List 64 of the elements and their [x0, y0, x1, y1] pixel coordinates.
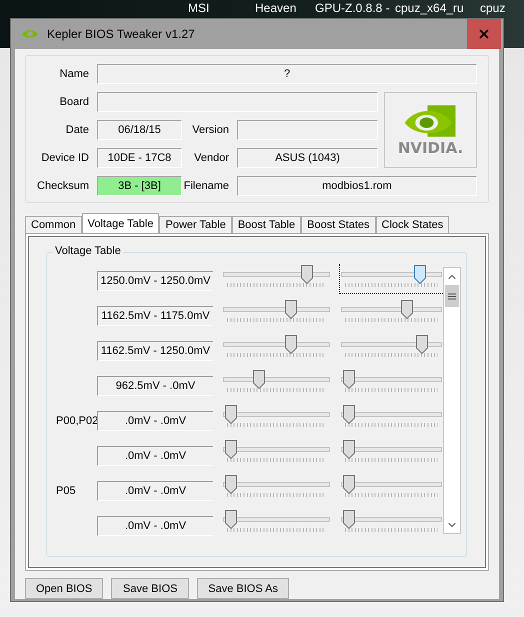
slider-thumb[interactable]: [416, 335, 428, 354]
focused-slider[interactable]: [339, 264, 443, 294]
tab[interactable]: Power Table: [159, 216, 232, 233]
field-label: Name: [58, 68, 90, 80]
bios-button[interactable]: Save BIOS As: [197, 578, 289, 599]
desktop-icon-label[interactable]: cpuz: [480, 1, 506, 15]
close-icon: [477, 27, 491, 41]
voltage-range-field: .0mV - .0mV: [97, 446, 213, 466]
scrollbar[interactable]: [443, 267, 461, 534]
slider-thumb[interactable]: [252, 370, 265, 389]
tab[interactable]: Boost States: [301, 216, 376, 233]
slider-thumb[interactable]: [401, 300, 414, 319]
vendor-field: ASUS (1043): [237, 148, 378, 168]
field-label: Checksum: [36, 180, 90, 192]
eye-logo-icon: [21, 29, 39, 39]
field-label: Version: [191, 124, 230, 136]
checksum-field: 3B - [3B]: [97, 176, 182, 196]
slider-thumb[interactable]: [225, 440, 237, 459]
eye-logo-icon: [402, 103, 458, 139]
slider-thumb[interactable]: [225, 405, 237, 424]
slider-thumb[interactable]: [301, 265, 314, 284]
slider-thumb[interactable]: [343, 475, 355, 494]
voltage-range-field: .0mV - .0mV: [97, 481, 213, 501]
voltage-range-field: 1162.5mV - 1175.0mV: [97, 306, 213, 326]
scroll-thumb[interactable]: [445, 285, 459, 307]
slider-thumb[interactable]: [284, 335, 297, 354]
bios-button[interactable]: Save BIOS: [111, 578, 190, 599]
slider-thumb[interactable]: [225, 510, 237, 529]
field-label: Board: [58, 96, 90, 108]
date-field: 06/18/15: [97, 120, 182, 140]
device-id-field: 10DE - 17C8: [97, 148, 182, 168]
filename-field: modbios1.rom: [237, 176, 477, 196]
slider-thumb[interactable]: [284, 300, 297, 319]
close-button[interactable]: [467, 19, 501, 49]
tab[interactable]: Voltage Table: [82, 213, 160, 233]
voltage-range-field: .0mV - .0mV: [97, 411, 213, 431]
tab[interactable]: Clock States: [376, 216, 450, 233]
field-label: Filename: [182, 180, 230, 192]
slider-thumb[interactable]: [343, 405, 355, 424]
slider-thumb[interactable]: [414, 265, 426, 284]
bios-button[interactable]: Open BIOS: [25, 578, 104, 599]
slider-thumb[interactable]: [343, 510, 355, 529]
field-label: Device ID: [40, 152, 90, 164]
voltage-range-field: 962.5mV - .0mV: [97, 376, 213, 396]
tab[interactable]: Common: [25, 216, 82, 233]
field-label: Date: [64, 124, 90, 136]
slider-thumb[interactable]: [343, 370, 355, 389]
logo-text: NVIDIA.: [398, 140, 464, 157]
desktop-icon-label[interactable]: GPU-Z.0.8.8 -: [315, 1, 390, 15]
row-label: P00,P02: [55, 414, 97, 429]
desktop-icon-label[interactable]: Heaven: [255, 1, 296, 15]
slider-thumb[interactable]: [343, 440, 355, 459]
slider-thumb[interactable]: [225, 475, 237, 494]
voltage-range-field: .0mV - .0mV: [97, 516, 213, 536]
field-label: Vendor: [193, 152, 230, 164]
desktop-icon-label[interactable]: cpuz_x64_ru: [395, 1, 464, 15]
desktop-icon-label[interactable]: MSI: [188, 1, 210, 15]
name-field: ?: [97, 64, 477, 84]
tab[interactable]: Boost Table: [232, 216, 302, 233]
voltage-range-field: 1250.0mV - 1250.0mV: [97, 271, 213, 291]
window-title: Kepler BIOS Tweaker v1.27: [47, 27, 196, 41]
voltage-range-field: 1162.5mV - 1250.0mV: [97, 341, 213, 361]
group-title: Voltage Table: [53, 245, 123, 257]
row-label: P05: [55, 484, 77, 499]
